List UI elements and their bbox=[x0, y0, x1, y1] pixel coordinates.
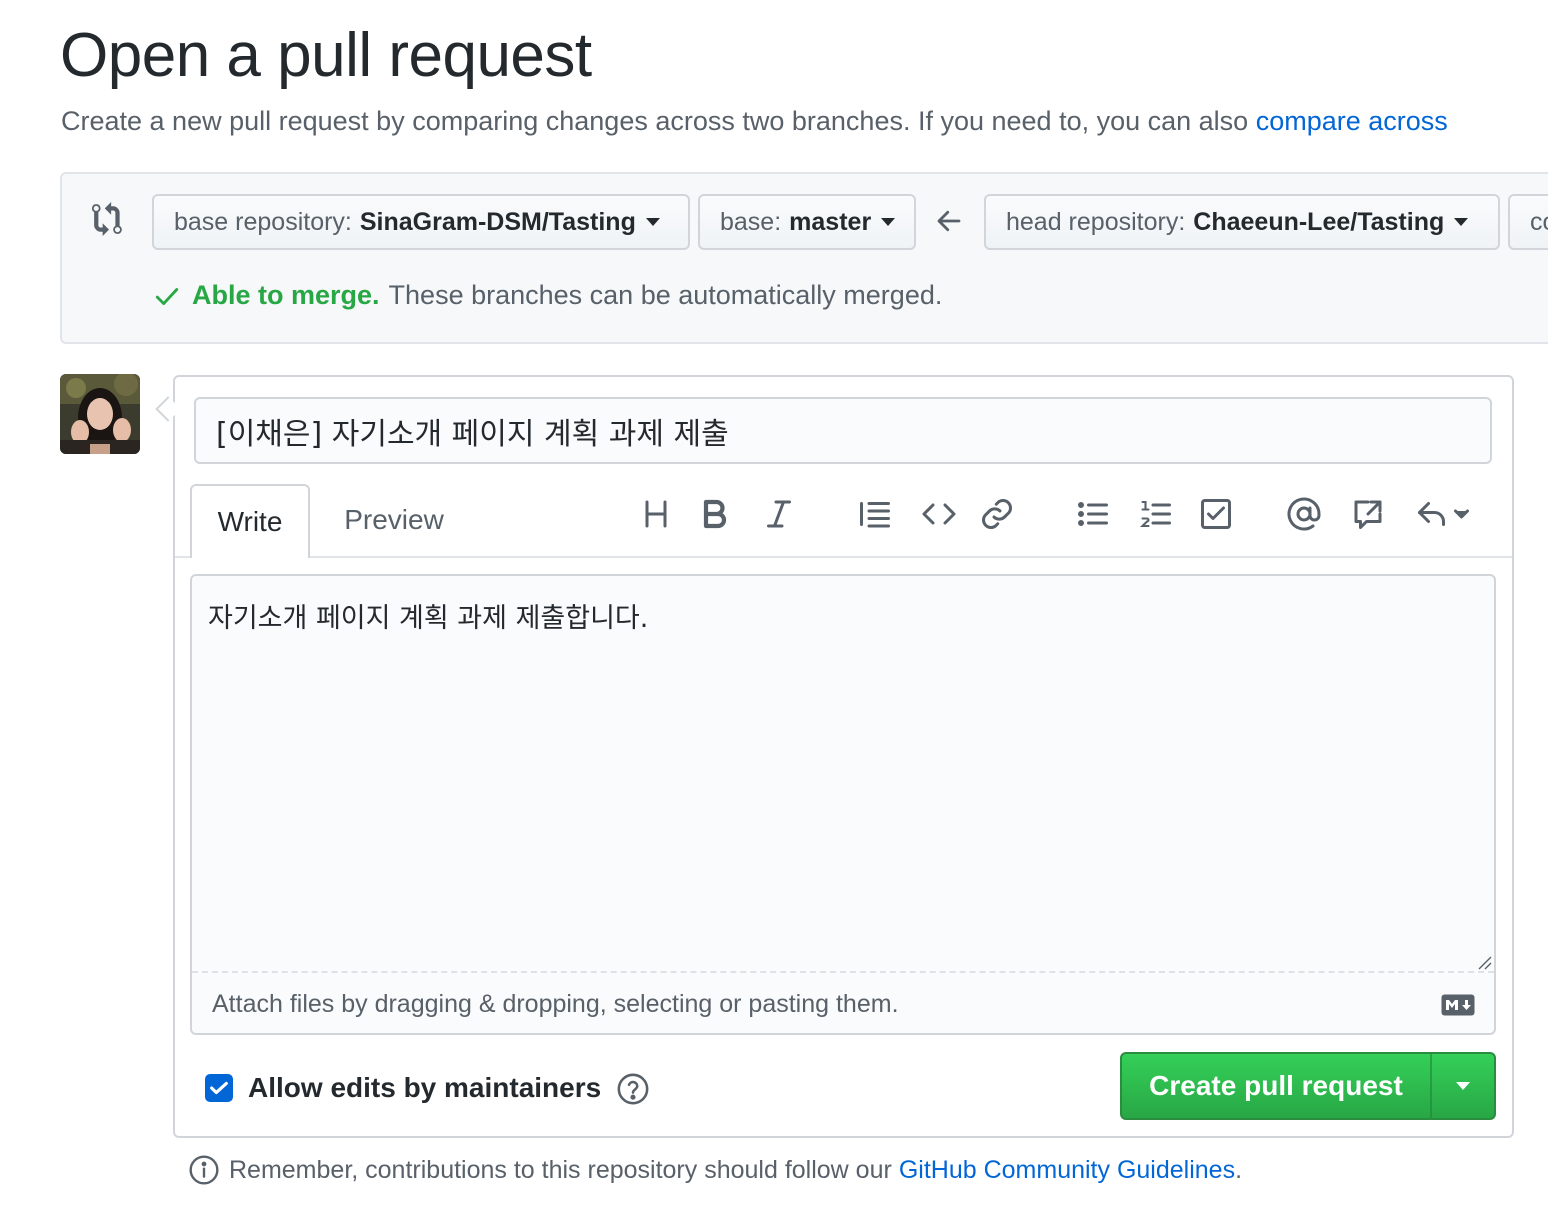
merge-desc-text: These branches can be automatically merg… bbox=[388, 280, 943, 310]
task-list-icon[interactable] bbox=[1198, 496, 1234, 532]
compare-branch-select[interactable]: co bbox=[1508, 194, 1548, 250]
caret-down-icon bbox=[645, 218, 660, 226]
check-icon bbox=[155, 287, 179, 305]
tab-write[interactable]: Write bbox=[190, 484, 310, 558]
note-end: . bbox=[1235, 1155, 1243, 1184]
link-icon[interactable] bbox=[979, 496, 1015, 532]
merge-ok-text: Able to merge. bbox=[192, 280, 380, 310]
tab-preview[interactable]: Preview bbox=[322, 484, 466, 556]
base-repository-label: base repository: bbox=[174, 207, 352, 236]
mention-icon[interactable] bbox=[1286, 496, 1322, 532]
checkmark-icon bbox=[210, 1081, 228, 1095]
pull-request-body-textarea[interactable] bbox=[190, 574, 1496, 1035]
base-branch-label: base: bbox=[720, 207, 782, 236]
pull-request-title-input[interactable]: [이채은] 자기소개 페이지 계획 과제 제출 bbox=[194, 397, 1492, 464]
base-branch-select[interactable]: base: master bbox=[698, 194, 916, 250]
create-options-dropdown[interactable] bbox=[1432, 1054, 1494, 1118]
ordered-list-icon[interactable] bbox=[1138, 496, 1174, 532]
bold-icon[interactable] bbox=[697, 496, 733, 532]
reply-icon[interactable] bbox=[1415, 496, 1475, 532]
button-divider bbox=[1430, 1054, 1432, 1118]
base-branch-value: master bbox=[789, 207, 872, 236]
create-pull-request-group: Create pull request bbox=[1120, 1052, 1496, 1120]
base-repository-select[interactable]: base repository: SinaGram-DSM/Tasting bbox=[152, 194, 690, 250]
pull-request-body-text: 자기소개 페이지 계획 과제 제출합니다. bbox=[208, 603, 649, 634]
attach-divider bbox=[192, 971, 1494, 973]
quote-icon[interactable] bbox=[857, 496, 893, 532]
page-subtitle: Create a new pull request by comparing c… bbox=[61, 106, 1448, 137]
subtitle-text: Create a new pull request by comparing c… bbox=[61, 106, 1249, 136]
header-icon[interactable] bbox=[638, 496, 674, 532]
info-icon bbox=[189, 1155, 219, 1185]
attach-files-text[interactable]: Attach files by dragging & dropping, sel… bbox=[212, 990, 899, 1019]
head-repository-label: head repository: bbox=[1006, 207, 1186, 236]
compare-across-forks-link[interactable]: compare across bbox=[1256, 106, 1448, 136]
merge-status: Able to merge. These branches can be aut… bbox=[154, 280, 942, 311]
markdown-icon[interactable] bbox=[1441, 994, 1475, 1016]
community-guidelines-link[interactable]: GitHub Community Guidelines bbox=[899, 1156, 1235, 1185]
question-icon[interactable] bbox=[616, 1072, 650, 1106]
compare-branch-label: co bbox=[1530, 207, 1548, 236]
create-pull-request-button[interactable]: Create pull request bbox=[1122, 1054, 1430, 1118]
head-repository-select[interactable]: head repository: Chaeeun-Lee/Tasting bbox=[984, 194, 1500, 250]
allow-edits-label[interactable]: Allow edits by maintainers bbox=[248, 1072, 601, 1104]
git-compare-icon bbox=[92, 202, 122, 236]
unordered-list-icon[interactable] bbox=[1075, 496, 1111, 532]
tab-divider bbox=[175, 556, 1512, 558]
base-repository-value: SinaGram-DSM/Tasting bbox=[359, 207, 636, 236]
reference-icon[interactable] bbox=[1350, 496, 1386, 532]
avatar[interactable] bbox=[60, 374, 140, 454]
head-repository-value: Chaeeun-Lee/Tasting bbox=[1193, 207, 1445, 236]
code-icon[interactable] bbox=[921, 496, 957, 532]
caret-down-icon bbox=[881, 218, 896, 226]
arrow-left-icon bbox=[937, 210, 961, 232]
caret-down-icon bbox=[1456, 1082, 1470, 1090]
page-title: Open a pull request bbox=[60, 21, 592, 90]
italic-icon[interactable] bbox=[761, 496, 797, 532]
resize-handle-icon[interactable] bbox=[1476, 954, 1492, 970]
caret-down-icon bbox=[1454, 218, 1469, 226]
allow-edits-checkbox[interactable] bbox=[205, 1074, 233, 1102]
note-text: Remember, contributions to this reposito… bbox=[229, 1155, 892, 1184]
community-guidelines-note: Remember, contributions to this reposito… bbox=[188, 1154, 1242, 1186]
